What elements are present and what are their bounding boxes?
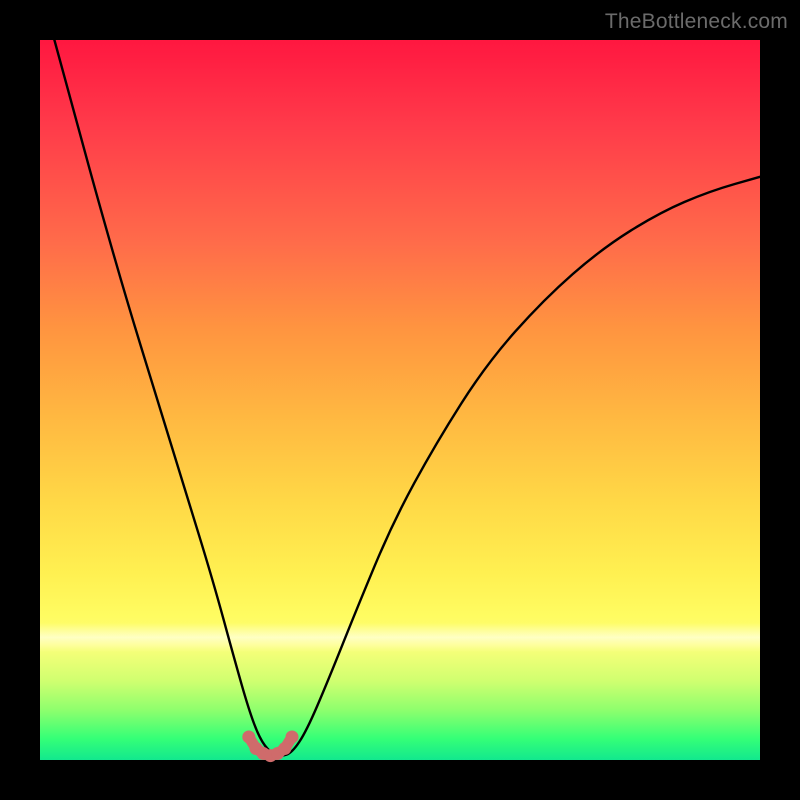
watermark-text: TheBottleneck.com [605,10,788,34]
valley-dot [278,742,291,755]
valley-dot [286,730,299,743]
chart-frame: TheBottleneck.com [0,0,800,800]
curve-layer [40,40,760,760]
valley-dots [242,730,298,762]
plot-area [40,40,760,760]
bottleneck-curve [54,40,760,756]
valley-dot [242,730,255,743]
